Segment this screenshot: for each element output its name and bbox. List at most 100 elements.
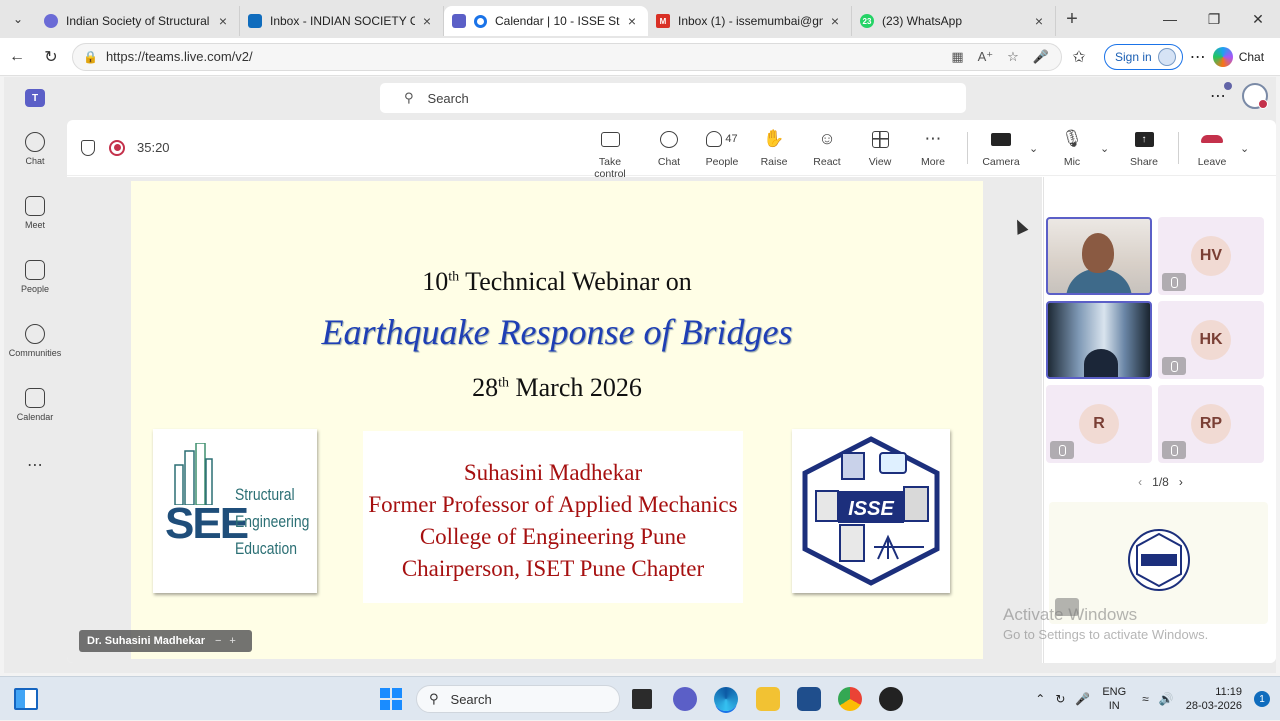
teams-chat-app-icon[interactable] <box>673 687 697 711</box>
participant-tile-hv[interactable]: HV <box>1158 217 1264 295</box>
browser-menu-dots-icon[interactable]: ⋯ <box>1183 47 1213 67</box>
rail-item-meet[interactable]: Meet <box>4 196 66 230</box>
tab-actions-chevron-icon[interactable]: ⌄ <box>0 0 36 38</box>
edge-browser-icon[interactable] <box>714 687 738 711</box>
initials-avatar: HV <box>1191 236 1231 276</box>
participant-video-tile[interactable] <box>1046 301 1152 379</box>
rail-item-people[interactable]: People <box>4 260 66 294</box>
slide-title: Earthquake Response of Bridges <box>321 312 793 352</box>
zoom-controls-icon[interactable]: −+ <box>215 635 244 647</box>
camera-options-chevron-icon[interactable]: ⌄ <box>1029 142 1038 155</box>
participant-tile-hk[interactable]: HK <box>1158 301 1264 379</box>
participant-tile-rp[interactable]: RP <box>1158 385 1264 463</box>
participant-video-tile[interactable] <box>1046 217 1152 295</box>
start-button-windows-icon[interactable] <box>380 688 402 710</box>
close-tab-icon[interactable]: × <box>1031 13 1047 29</box>
share-screen-icon: ↑ <box>1134 131 1154 147</box>
sync-icon[interactable]: ↻ <box>1055 692 1065 706</box>
teams-search-input[interactable]: ⚲ Search <box>380 83 966 113</box>
favorite-star-icon[interactable]: ☆ <box>1007 49 1019 65</box>
copilot-chat-button[interactable]: Chat <box>1212 46 1264 67</box>
more-apps-icon[interactable]: ⋯ <box>4 455 66 475</box>
chat-bubble-icon <box>660 130 678 148</box>
rail-item-chat[interactable]: Chat <box>4 132 66 166</box>
close-tab-icon[interactable]: × <box>624 13 640 29</box>
browser-tab-isse[interactable]: Indian Society of Structural Eng × <box>36 6 240 36</box>
participant-tile-r[interactable]: R <box>1046 385 1152 463</box>
more-button[interactable]: ⋯ More <box>905 128 961 168</box>
previous-page-chevron-icon[interactable]: ‹ <box>1138 475 1142 489</box>
browser-tab-whatsapp[interactable]: 23 (23) WhatsApp × <box>852 6 1056 36</box>
react-button[interactable]: ☺ React <box>799 128 855 168</box>
close-tab-icon[interactable]: × <box>419 13 435 29</box>
microsoft-store-icon[interactable] <box>797 687 821 711</box>
control-label: People <box>705 156 739 168</box>
teams-app: T Chat Meet People Communities Calendar … <box>4 77 1276 673</box>
speaker-name: Suhasini Madhekar <box>463 460 643 485</box>
next-page-chevron-icon[interactable]: › <box>1179 475 1183 489</box>
sign-in-button[interactable]: Sign in <box>1104 43 1183 70</box>
calendar-icon <box>25 388 45 408</box>
shared-content-stage: 10th Technical Webinar on Earthquake Res… <box>67 177 1042 663</box>
read-aloud-icon[interactable]: A⁺ <box>978 49 994 65</box>
widgets-icon[interactable] <box>14 688 38 710</box>
settings-dots-icon[interactable]: ⋯ <box>1210 82 1232 106</box>
raise-hand-button[interactable]: ✋ Raise <box>746 128 802 168</box>
view-button[interactable]: View <box>852 128 908 168</box>
back-arrow-icon[interactable]: ← <box>0 48 34 66</box>
tab-title: (23) WhatsApp <box>882 14 963 28</box>
minimize-icon[interactable]: — <box>1148 0 1192 38</box>
control-label: Share <box>1129 156 1159 168</box>
volume-icon[interactable]: 🔊 <box>1159 692 1174 706</box>
toolbar-divider <box>1178 132 1179 164</box>
file-explorer-icon[interactable] <box>756 687 780 711</box>
user-avatar[interactable] <box>1242 83 1268 109</box>
close-tab-icon[interactable]: × <box>215 13 231 29</box>
close-window-icon[interactable]: ✕ <box>1236 0 1280 38</box>
favorites-icon[interactable]: ✩ <box>1062 47 1096 67</box>
microphone-in-use-icon[interactable]: 🎤 <box>1075 692 1090 706</box>
taskbar-search-input[interactable]: ⚲ Search <box>416 685 620 713</box>
apps-icon[interactable]: ▦ <box>951 49 963 65</box>
rail-item-communities[interactable]: Communities <box>4 324 66 358</box>
close-tab-icon[interactable]: × <box>827 13 843 29</box>
leave-options-chevron-icon[interactable]: ⌄ <box>1240 142 1249 155</box>
rail-label: Meet <box>24 220 45 230</box>
chrome-browser-icon[interactable] <box>838 687 862 711</box>
input-language[interactable]: ENG IN <box>1102 685 1126 713</box>
tab-title: Calendar | 10 - ISSE Studen <box>495 14 620 28</box>
take-control-button[interactable]: Take control <box>582 128 638 180</box>
new-tab-plus-icon[interactable]: + <box>1056 8 1088 31</box>
browser-tab-outlook[interactable]: Inbox - INDIAN SOCIETY OF ST × <box>240 6 444 36</box>
camera-button[interactable]: Camera <box>973 128 1029 168</box>
rail-label: People <box>20 284 50 294</box>
browser-tab-calendar[interactable]: Calendar | 10 - ISSE Studen × <box>444 6 648 36</box>
rail-item-calendar[interactable]: Calendar <box>4 388 66 422</box>
notification-badge[interactable]: 1 <box>1254 691 1270 707</box>
address-bar-tools: ▦ A⁺ ☆ 🎤 <box>951 49 1061 65</box>
restore-icon[interactable]: ❐ <box>1192 0 1236 38</box>
control-label: Mic <box>1063 156 1081 168</box>
refresh-icon[interactable]: ↻ <box>34 47 68 67</box>
wifi-icon[interactable]: ≈ <box>1142 692 1149 706</box>
url-field[interactable]: 🔒 https://teams.live.com/v2/ ▦ A⁺ ☆ 🎤 <box>72 42 1062 71</box>
slide-date-rest: March 2026 <box>509 373 642 402</box>
leave-button[interactable]: Leave <box>1184 128 1240 168</box>
app-with-badge-icon[interactable] <box>879 687 903 711</box>
browser-tab-gmail[interactable]: M Inbox (1) - issemumbai@gmail. × <box>648 6 852 36</box>
control-label: Raise <box>760 156 788 168</box>
task-view-icon[interactable] <box>632 689 652 709</box>
people-button[interactable]: 47 People <box>694 128 750 168</box>
share-button[interactable]: ↑ Share <box>1116 128 1172 168</box>
speaker-institution: College of Engineering Pune <box>419 524 687 549</box>
mic-options-chevron-icon[interactable]: ⌄ <box>1100 142 1109 155</box>
mic-button[interactable]: 🎙 Mic <box>1044 128 1100 168</box>
clock-time: 11:19 <box>1215 686 1242 698</box>
system-clock[interactable]: 11:19 28-03-2026 <box>1186 685 1242 713</box>
show-hidden-icons-chevron-icon[interactable]: ⌃ <box>1035 692 1045 706</box>
chat-button[interactable]: Chat <box>641 128 697 168</box>
video-icon <box>25 196 45 216</box>
shield-icon[interactable] <box>81 139 95 156</box>
microphone-icon[interactable]: 🎤 <box>1033 49 1049 65</box>
phone-hangup-icon <box>1201 135 1223 143</box>
